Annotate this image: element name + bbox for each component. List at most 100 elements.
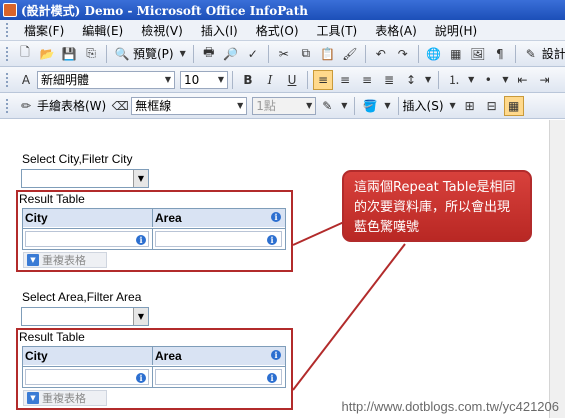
chevron-down-icon[interactable]: ▼ [133,170,148,187]
increase-indent-icon[interactable]: ⇥ [534,70,554,90]
split-cells-icon[interactable]: ⊟ [482,96,502,116]
format-painter-icon[interactable]: 🖌 [340,44,360,64]
design-tasks-icon[interactable]: ✎ [521,44,541,64]
menu-insert[interactable]: 插入(I) [192,22,247,39]
area-dropdown[interactable]: ▼ [21,307,149,326]
font-size-value: 10 [184,72,200,87]
insert-dropdown-icon[interactable]: ▼ [450,101,456,110]
menu-file[interactable]: 檔案(F) [15,22,73,39]
table-grid-icon[interactable]: ▦ [503,95,524,116]
area-text-box[interactable]: i [153,228,286,249]
shading-icon[interactable]: 🪣 [360,96,380,116]
text-box-frame [155,369,282,385]
align-right-icon[interactable]: ≡ [357,70,377,90]
paragraph-marks-icon[interactable]: ¶ [490,44,510,64]
print-preview-icon[interactable]: 🔎 [221,44,241,64]
toolbar-grip[interactable] [6,98,9,113]
repeating-table-1[interactable]: City Area i i i [22,208,286,250]
bullets-icon[interactable]: • [478,70,498,90]
italic-button[interactable]: I [260,70,280,90]
line-spacing-icon[interactable]: ↕ [401,70,421,90]
chevron-down-icon[interactable]: ▼ [27,254,39,266]
publish-icon[interactable]: ⎘ [81,44,101,64]
border-color-dropdown-icon[interactable]: ▼ [341,101,347,110]
align-center-icon[interactable]: ≡ [335,70,355,90]
info-icon[interactable]: i [267,373,277,383]
info-icon[interactable]: i [267,235,277,245]
city-text-box[interactable]: i [23,228,153,249]
border-style-combo[interactable]: 無框線 ▼ [131,96,248,115]
menu-edit[interactable]: 編輯(E) [73,22,132,39]
info-icon[interactable]: i [136,235,146,245]
vertical-scrollbar[interactable] [549,120,565,418]
font-size-combo[interactable]: 10 ▼ [180,70,228,89]
justify-icon[interactable]: ≣ [379,70,399,90]
bold-button[interactable]: B [238,70,258,90]
insert-button[interactable]: 插入(S) [403,97,444,114]
area-text-box[interactable]: i [153,366,286,387]
font-name-combo[interactable]: 新細明體 ▼ [37,70,175,89]
shading-dropdown-icon[interactable]: ▼ [384,101,390,110]
numbering-icon[interactable]: ⒈ [444,70,464,90]
styles-icon[interactable]: A [16,70,36,90]
menu-view[interactable]: 檢視(V) [132,22,192,39]
chevron-down-icon[interactable]: ▼ [133,308,148,325]
menu-tools[interactable]: 工具(T) [308,22,367,39]
toolbar-separator [364,44,366,63]
repeating-table-2[interactable]: City Area i i i [22,346,286,388]
hyperlink-icon[interactable]: 🌐 [424,44,444,64]
preview-button[interactable]: 預覽(P) [133,45,174,62]
bullets-dropdown-icon[interactable]: ▼ [502,75,508,84]
border-color-icon[interactable]: ✎ [317,96,337,116]
line-spacing-dropdown-icon[interactable]: ▼ [425,75,431,84]
chevron-down-icon[interactable]: ▼ [27,392,39,404]
insert-table-icon[interactable]: ▦ [446,44,466,64]
menu-bar: 檔案(F) 編輯(E) 檢視(V) 插入(I) 格式(O) 工具(T) 表格(A… [0,20,565,41]
menu-grip[interactable] [6,23,9,37]
result-table-section-2[interactable]: Result Table City Area i i i ▼ 重複表格 [16,328,293,410]
decrease-indent-icon[interactable]: ⇤ [512,70,532,90]
menu-format[interactable]: 格式(O) [247,22,308,39]
info-icon[interactable]: i [136,373,146,383]
toolbar-grip[interactable] [6,72,9,87]
preview-dropdown-icon[interactable]: ▼ [180,49,186,58]
new-document-icon[interactable]: 🗋 [15,44,35,64]
redo-icon[interactable]: ↷ [393,44,413,64]
copy-icon[interactable]: ⧉ [296,44,316,64]
undo-icon[interactable]: ↶ [371,44,391,64]
toolbar-separator [397,96,399,115]
paste-icon[interactable]: 📋 [318,44,338,64]
menu-help[interactable]: 說明(H) [426,22,486,39]
menu-table[interactable]: 表格(A) [366,22,426,39]
underline-button[interactable]: U [282,70,302,90]
design-tasks-button[interactable]: 設計工作 [542,45,565,62]
toolbar-separator [192,44,194,63]
text-box-frame [25,231,149,247]
info-icon[interactable]: i [271,350,281,360]
toolbar-separator [438,70,440,89]
cut-icon[interactable]: ✂ [274,44,294,64]
spellcheck-icon[interactable]: ✓ [243,44,263,64]
city-text-box[interactable]: i [23,366,153,387]
city-dropdown[interactable]: ▼ [21,169,149,188]
repeating-table-tab[interactable]: ▼ 重複表格 [23,390,107,406]
result-table-section-1[interactable]: Result Table City Area i i i ▼ 重複表格 [16,190,293,272]
info-icon[interactable]: i [271,212,281,222]
eraser-icon[interactable]: ⌫ [110,96,130,116]
draw-table-icon[interactable]: ✏ [16,96,36,116]
numbering-dropdown-icon[interactable]: ▼ [468,75,474,84]
insert-picture-icon[interactable]: 🖼 [468,44,488,64]
save-icon[interactable]: 💾 [59,44,79,64]
open-folder-icon[interactable]: 📂 [37,44,57,64]
repeating-table-tab[interactable]: ▼ 重複表格 [23,252,107,268]
border-width-combo[interactable]: 1點 ▼ [252,96,317,115]
tables-toolbar: ✏ 手繪表格(W) ⌫ 無框線 ▼ 1點 ▼ ✎ ▼ 🪣 ▼ 插入(S) ▼ ⊞… [0,93,565,119]
preview-icon[interactable]: 🔍 [112,44,132,64]
toolbar-separator [267,44,269,63]
print-icon[interactable]: 🖶 [199,44,219,64]
toolbar-grip[interactable] [6,46,8,61]
merge-cells-icon[interactable]: ⊞ [460,96,480,116]
draw-table-button[interactable]: 手繪表格(W) [37,97,106,114]
align-left-icon[interactable]: ≡ [313,69,333,90]
standard-toolbar: 🗋 📂 💾 ⎘ 🔍 預覽(P) ▼ 🖶 🔎 ✓ ✂ ⧉ 📋 🖌 ↶ ↷ 🌐 ▦ … [0,41,565,67]
